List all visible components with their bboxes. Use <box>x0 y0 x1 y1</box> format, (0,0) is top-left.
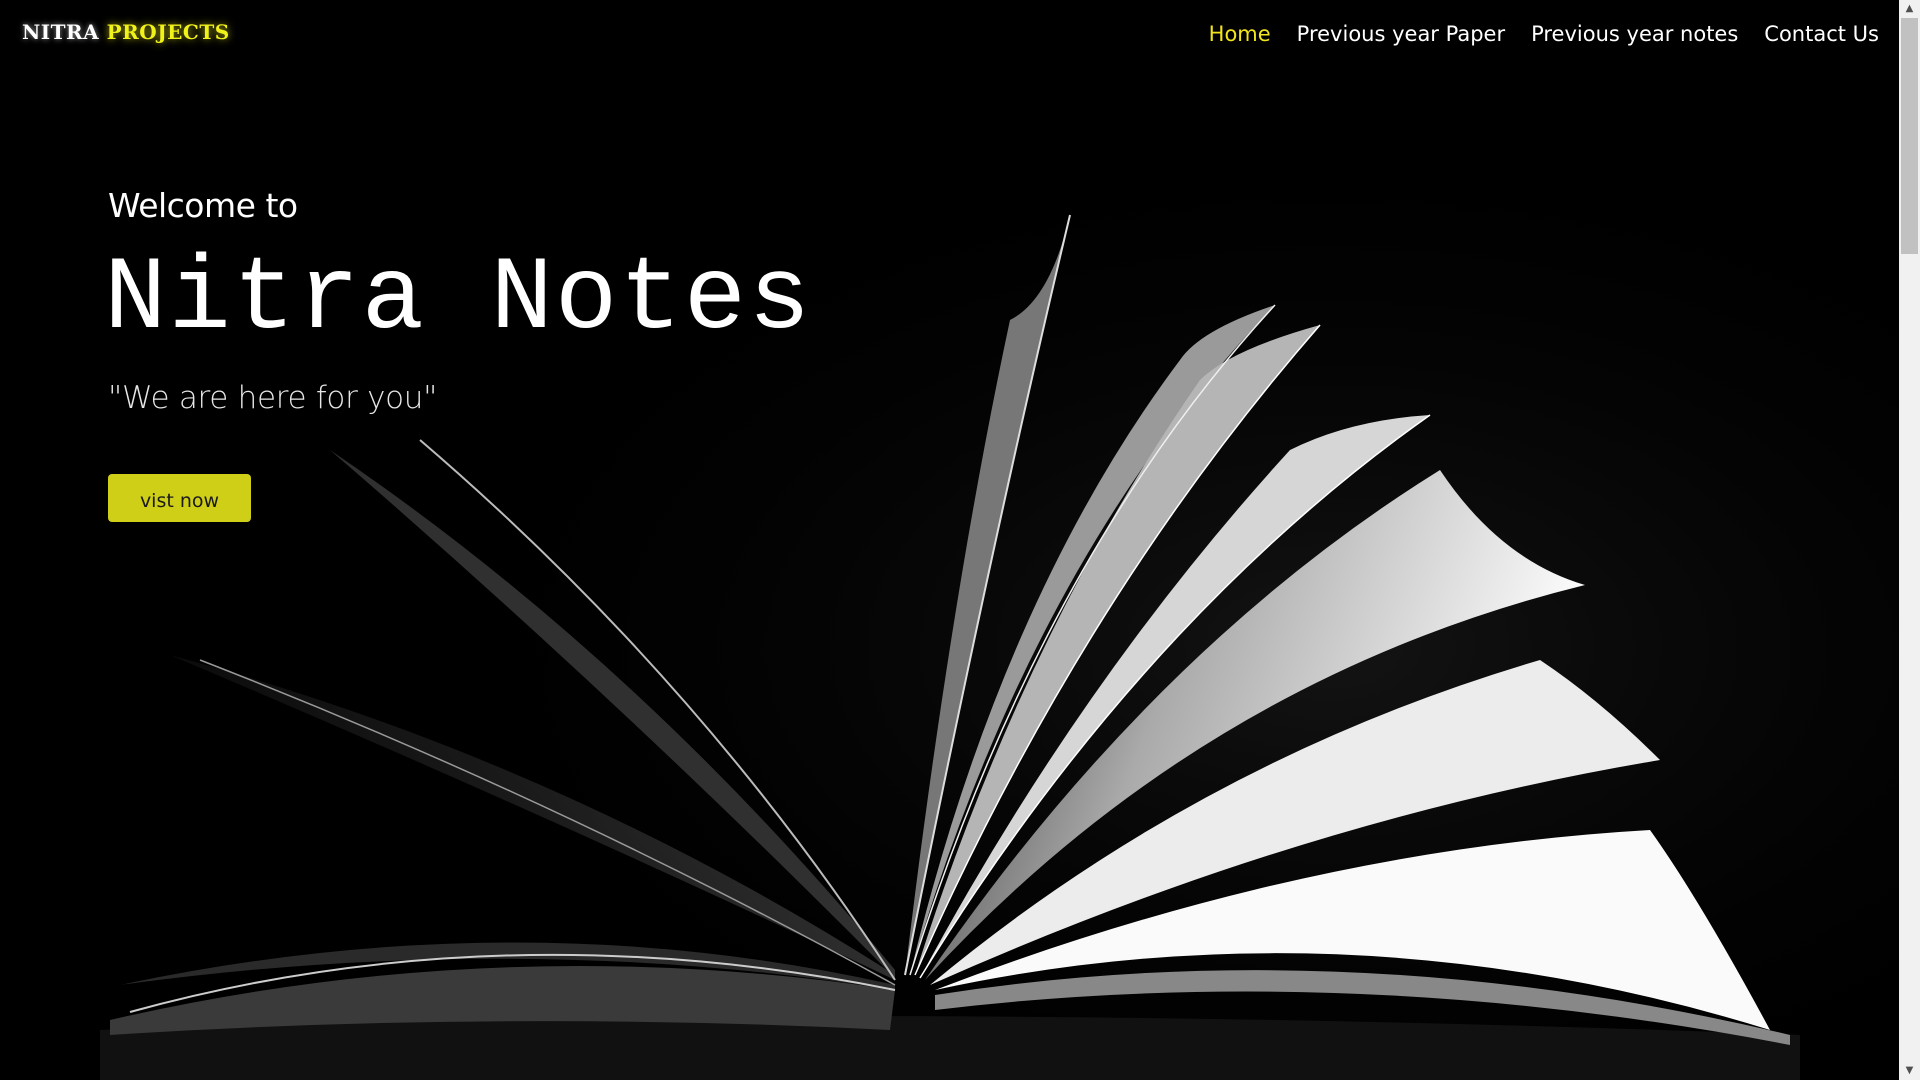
main-nav: Home Previous year Paper Previous year n… <box>1209 22 1879 46</box>
nav-contact-us[interactable]: Contact Us <box>1764 22 1879 46</box>
vertical-scrollbar[interactable]: ▲ ▼ <box>1899 0 1920 1080</box>
hero-title: Nitra Notes <box>104 241 813 359</box>
chevron-down-icon[interactable]: ▼ <box>1899 1062 1920 1080</box>
site-logo[interactable]: NITRA PROJECTS <box>22 20 230 44</box>
logo-part-projects: PROJECTS <box>106 20 230 44</box>
open-book-image <box>0 0 1899 1080</box>
nav-previous-year-notes[interactable]: Previous year notes <box>1531 22 1738 46</box>
page: NITRA PROJECTS Home Previous year Paper … <box>0 0 1899 1080</box>
visit-now-button[interactable]: vist now <box>108 474 251 522</box>
logo-part-nitra: NITRA <box>22 20 100 44</box>
hero-tagline: "We are here for you" <box>108 380 438 416</box>
nav-previous-year-paper[interactable]: Previous year Paper <box>1297 22 1505 46</box>
hero-welcome-text: Welcome to <box>108 186 298 225</box>
scrollbar-thumb[interactable] <box>1901 18 1918 254</box>
nav-home[interactable]: Home <box>1209 22 1271 46</box>
chevron-up-icon[interactable]: ▲ <box>1899 0 1920 18</box>
